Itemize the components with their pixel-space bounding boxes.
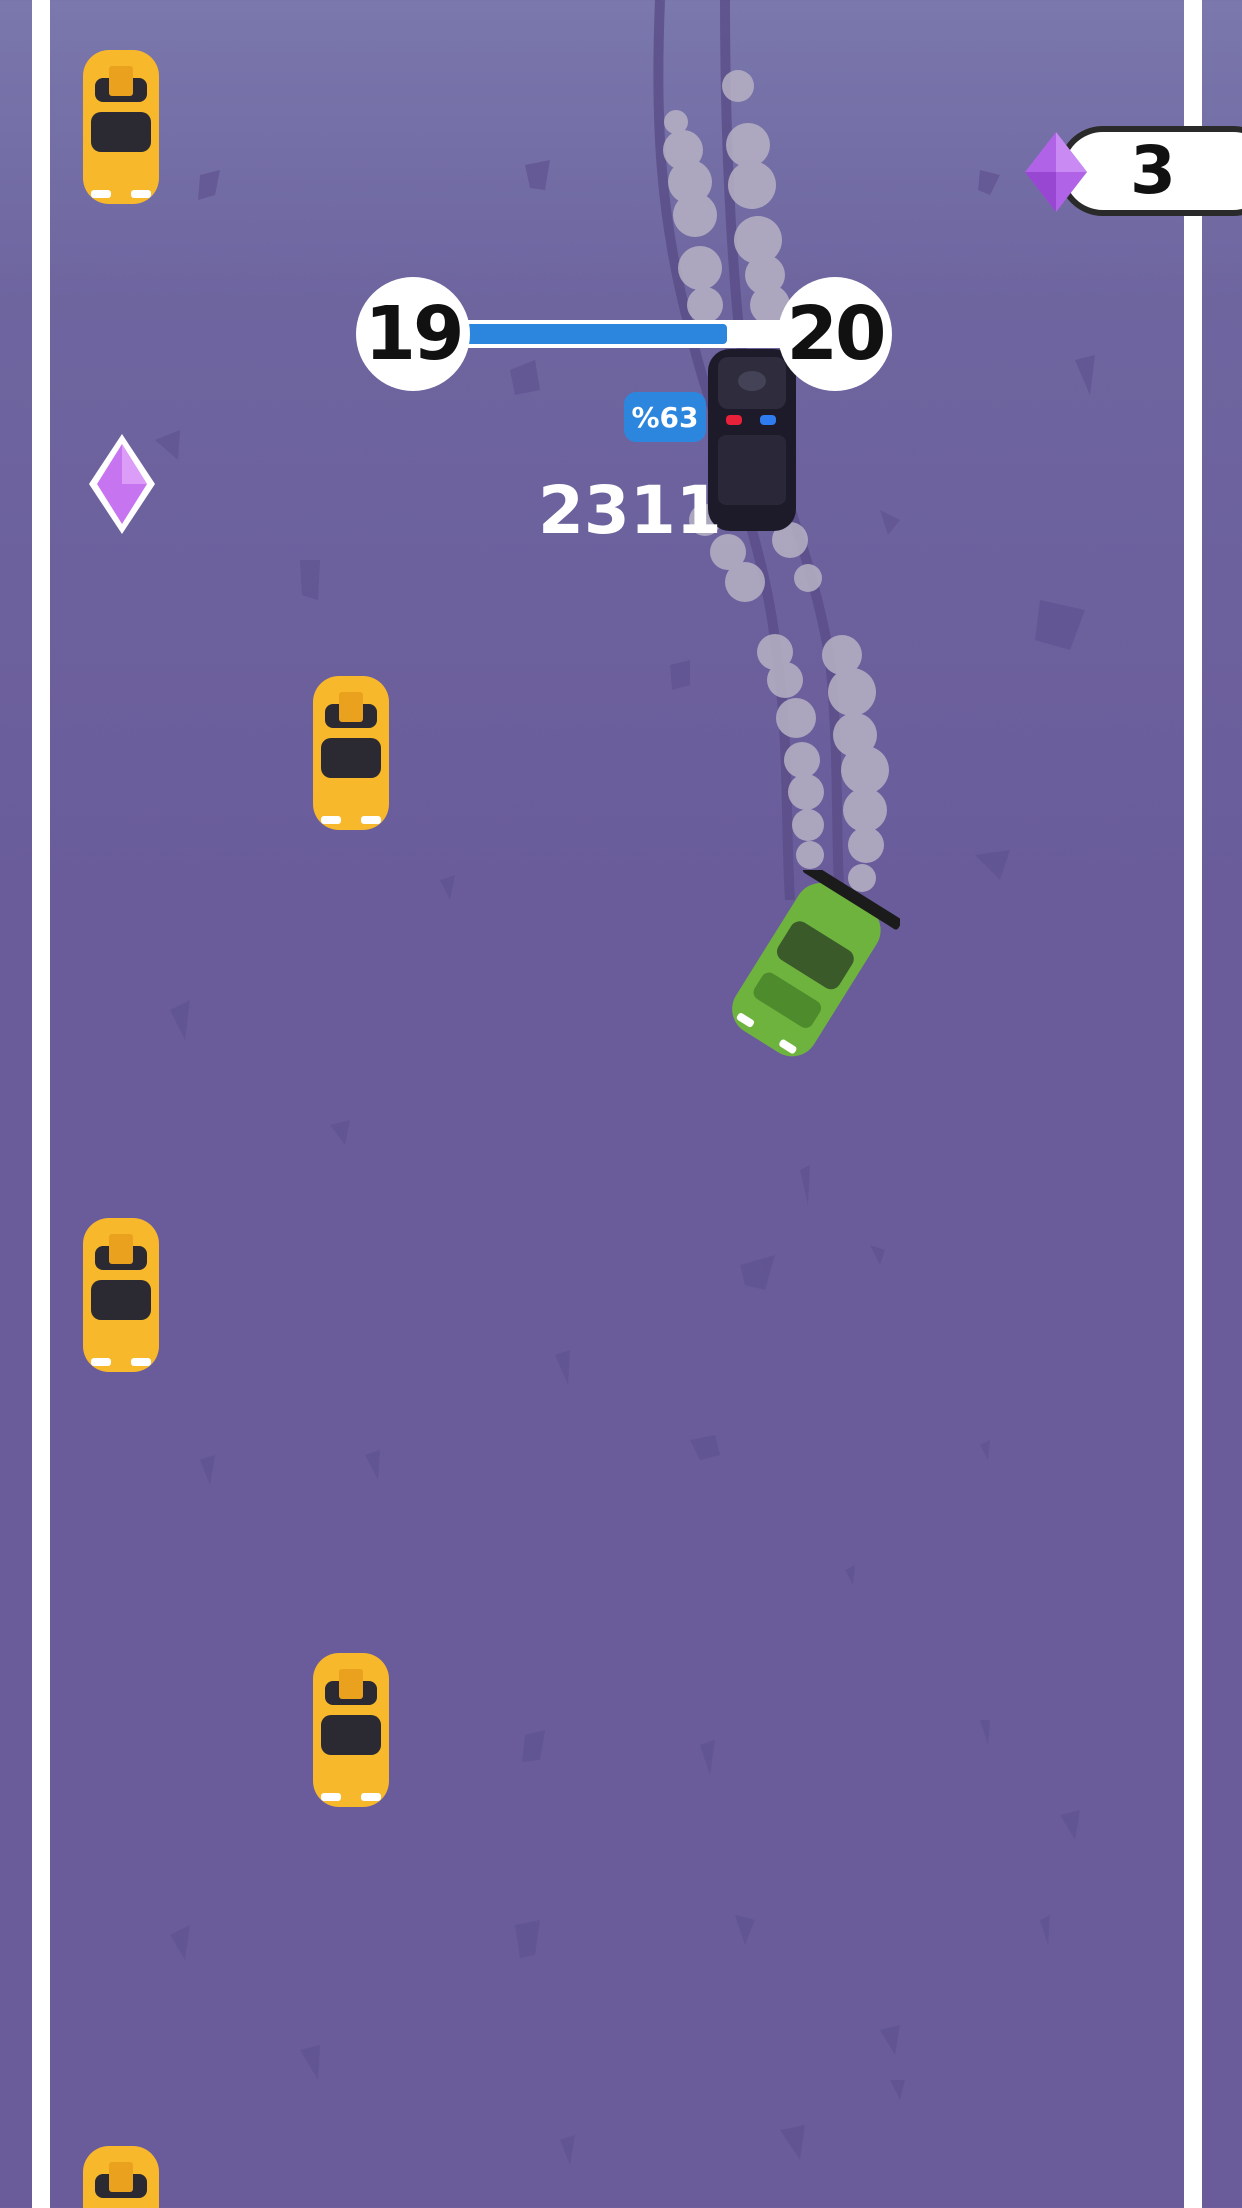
player-drift-car [732, 870, 900, 1057]
taxi-car [83, 2146, 159, 2208]
boost-percent-badge: %63 [624, 392, 706, 442]
taxi-car [313, 676, 389, 830]
gem-icon [1025, 132, 1087, 212]
level-current-badge: 19 [356, 277, 470, 391]
gem-icon [89, 434, 155, 534]
score-label: 2311 [538, 472, 722, 549]
gem-count: 3 [1130, 132, 1176, 209]
taxi-car [83, 1218, 159, 1372]
taxi-car [313, 1653, 389, 1807]
level-next-badge: 20 [778, 277, 892, 391]
taxi-car [83, 50, 159, 204]
